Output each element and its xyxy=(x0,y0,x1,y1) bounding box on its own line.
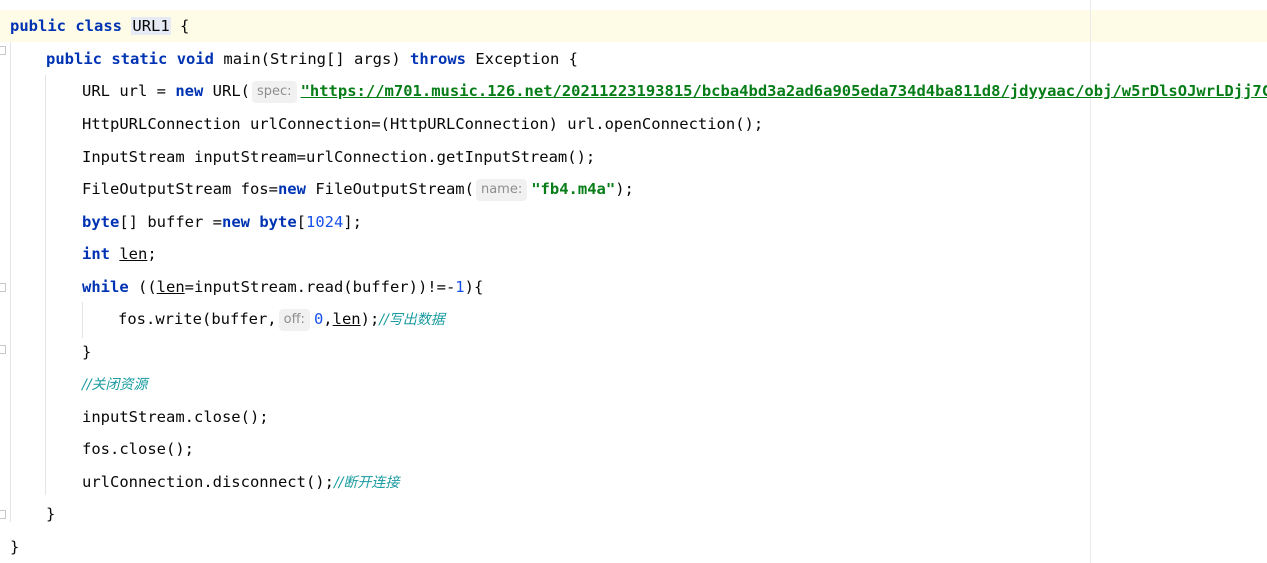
code-line-3[interactable]: URL url = new URL(spec: "https://m701.mus… xyxy=(82,75,1267,107)
code-text: FileOutputStream( xyxy=(315,180,474,198)
code-line-5[interactable]: InputStream inputStream=urlConnection.ge… xyxy=(82,141,595,173)
code-line-1[interactable]: public class URL1 { xyxy=(10,10,189,42)
keyword: byte xyxy=(259,213,297,231)
number-literal: 0 xyxy=(313,310,324,328)
code-text: =inputStream.read(buffer))!=- xyxy=(184,278,456,296)
keyword: public xyxy=(10,17,66,35)
code-text: fos.write(buffer, xyxy=(118,310,277,328)
code-line-6[interactable]: FileOutputStream fos=new FileOutputStrea… xyxy=(82,173,634,205)
parameter-hint: name: xyxy=(475,179,528,201)
code-editor[interactable]: public class URL1 { public static void m… xyxy=(0,0,1267,563)
url-string-link[interactable]: "https://m701.music.126.net/202112231938… xyxy=(301,82,1267,100)
code-line-8[interactable]: int len; xyxy=(82,238,157,270)
keyword: new xyxy=(221,213,250,231)
keyword: int xyxy=(82,245,110,263)
fold-marker[interactable] xyxy=(0,283,6,292)
code-text: [ xyxy=(296,213,306,231)
variable-len: len xyxy=(156,278,185,296)
code-text: ; xyxy=(147,245,157,263)
keyword: class xyxy=(75,17,123,35)
code-text: ); xyxy=(615,180,634,198)
code-text: ]; xyxy=(343,213,362,231)
number-literal: 1024 xyxy=(306,213,344,231)
code-text: urlConnection.disconnect(); xyxy=(82,473,334,491)
keyword: static xyxy=(111,50,168,68)
code-text: } xyxy=(10,538,20,556)
class-name: URL1 xyxy=(131,17,171,35)
keyword: void xyxy=(176,50,215,68)
number-literal: 1 xyxy=(455,278,465,296)
fold-marker[interactable] xyxy=(0,46,6,55)
code-text: [] buffer = xyxy=(119,213,222,231)
parameter-hint: off: xyxy=(278,309,310,331)
code-text: , xyxy=(323,310,333,328)
code-text: URL url = xyxy=(82,82,176,100)
code-comment: //关闭资源 xyxy=(82,377,148,393)
code-text: } xyxy=(82,343,92,361)
code-text: } xyxy=(46,505,56,523)
keyword: throws xyxy=(410,50,466,68)
parameter-hint: spec: xyxy=(252,81,297,103)
code-text: inputStream.close(); xyxy=(82,408,269,426)
code-line-15[interactable]: urlConnection.disconnect();//断开连接 xyxy=(82,466,399,498)
variable-len: len xyxy=(332,310,361,328)
code-text: InputStream inputStream=urlConnection.ge… xyxy=(82,148,596,166)
code-line-13[interactable]: inputStream.close(); xyxy=(82,401,269,433)
code-text: HttpURLConnection urlConnection=(HttpURL… xyxy=(82,115,764,133)
code-text: Exception { xyxy=(475,50,578,68)
code-text: ); xyxy=(360,310,380,328)
code-text: FileOutputStream fos= xyxy=(82,180,278,198)
code-line-7[interactable]: byte[] buffer =new byte[1024]; xyxy=(82,206,362,238)
code-line-14[interactable]: fos.close(); xyxy=(82,433,194,465)
keyword: byte xyxy=(82,213,120,231)
code-text: URL( xyxy=(212,82,250,100)
code-line-11[interactable]: } xyxy=(82,336,91,368)
code-line-17[interactable]: } xyxy=(10,531,19,563)
fold-marker[interactable] xyxy=(0,510,6,519)
indent-guide xyxy=(82,302,83,338)
indent-guide xyxy=(45,75,46,495)
code-line-12[interactable]: //关闭资源 xyxy=(82,368,147,400)
code-comment: //写出数据 xyxy=(379,312,445,328)
string-literal: "fb4.m4a" xyxy=(531,180,616,198)
fold-marker[interactable] xyxy=(0,345,6,354)
code-line-10[interactable]: fos.write(buffer, off: 0,len);//写出数据 xyxy=(118,303,445,335)
keyword: while xyxy=(82,278,129,296)
code-comment: //断开连接 xyxy=(333,475,400,491)
caret-row-highlight xyxy=(0,10,1267,42)
code-line-9[interactable]: while ((len=inputStream.read(buffer))!=-… xyxy=(82,271,483,303)
keyword: new xyxy=(277,180,306,198)
code-text: main(String[] args) xyxy=(223,50,410,68)
keyword: public xyxy=(46,50,102,68)
code-text: fos.close(); xyxy=(82,440,194,458)
code-line-2[interactable]: public static void main(String[] args) t… xyxy=(46,43,578,75)
code-line-16[interactable]: } xyxy=(46,498,55,530)
code-text: { xyxy=(180,17,190,35)
keyword: new xyxy=(175,82,204,100)
code-text: ){ xyxy=(464,278,484,296)
code-text: (( xyxy=(128,278,157,296)
variable-len: len xyxy=(119,245,148,263)
indent-guide xyxy=(10,42,11,522)
code-line-4[interactable]: HttpURLConnection urlConnection=(HttpURL… xyxy=(82,108,763,140)
